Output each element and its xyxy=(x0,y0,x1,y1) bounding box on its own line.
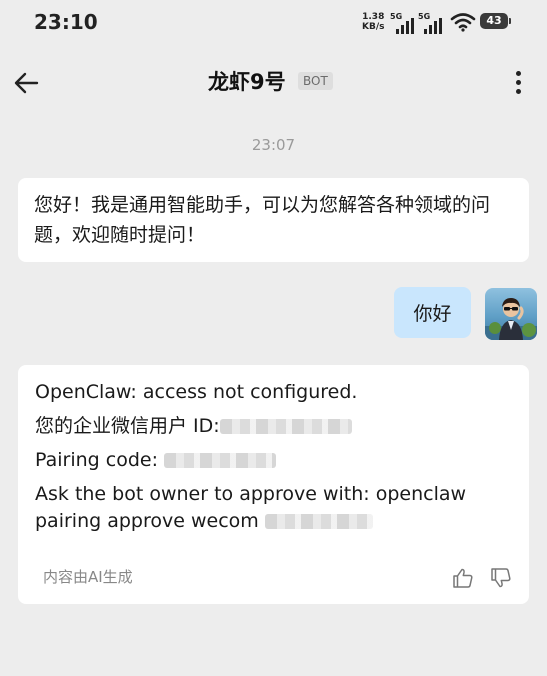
thumb-up-button[interactable] xyxy=(452,567,474,589)
bot-message-bubble[interactable]: 您好！我是通用智能助手，可以为您解答各种领域的问题，欢迎随时提问！ xyxy=(18,178,529,262)
battery-icon: 43 xyxy=(480,13,511,29)
redacted-pairing-code xyxy=(164,453,277,468)
status-time: 23:10 xyxy=(34,10,98,34)
redacted-approval-code xyxy=(264,514,373,529)
thumbs-up-icon xyxy=(453,568,473,588)
access-status-line: OpenClaw: access not configured. xyxy=(35,381,358,403)
bot-reply-card[interactable]: OpenClaw: access not configured. 您的企业微信用… xyxy=(18,365,529,604)
wifi-icon xyxy=(450,13,476,32)
network-speed-unit: KB/s xyxy=(362,22,385,32)
thumbs-down-icon xyxy=(491,568,511,588)
avatar[interactable] xyxy=(485,288,537,340)
wecom-user-id-line: 您的企业微信用户 ID: xyxy=(35,413,512,440)
pairing-code-label: Pairing code: xyxy=(35,449,158,471)
chat-title: 龙虾9号 xyxy=(208,70,286,94)
back-button[interactable] xyxy=(12,68,42,98)
wecom-user-id-label: 您的企业微信用户 ID: xyxy=(35,415,220,437)
battery-level: 43 xyxy=(486,14,502,27)
user-message-text: 你好 xyxy=(413,303,452,325)
network-speed: 1.38 KB/s xyxy=(362,12,384,32)
approval-command-line: pairing approve wecom xyxy=(35,508,512,535)
redacted-user-id xyxy=(219,419,352,434)
chat-header: 龙虾9号 BOT xyxy=(0,56,547,108)
user-avatar-image xyxy=(485,288,537,340)
approval-instruction-line: Ask the bot owner to approve with: openc… xyxy=(35,483,467,505)
arrow-left-icon xyxy=(14,72,39,94)
status-bar: 23:10 1.38 KB/s 5G 5G 43 xyxy=(0,0,547,44)
thumb-down-button[interactable] xyxy=(490,567,512,589)
more-vertical-icon xyxy=(515,71,521,76)
bot-badge: BOT xyxy=(298,72,333,90)
message-timestamp: 23:07 xyxy=(251,136,296,154)
bot-greeting-text: 您好！我是通用智能助手，可以为您解答各种领域的问题，欢迎随时提问！ xyxy=(34,194,491,246)
network-speed-value: 1.38 xyxy=(362,12,385,22)
approval-command-text: pairing approve wecom xyxy=(35,510,259,532)
user-message-bubble[interactable]: 你好 xyxy=(394,287,471,338)
ai-generated-note: 内容由AI生成 xyxy=(43,568,133,586)
pairing-code-line: Pairing code: xyxy=(35,447,512,474)
more-options-button[interactable] xyxy=(510,68,526,98)
